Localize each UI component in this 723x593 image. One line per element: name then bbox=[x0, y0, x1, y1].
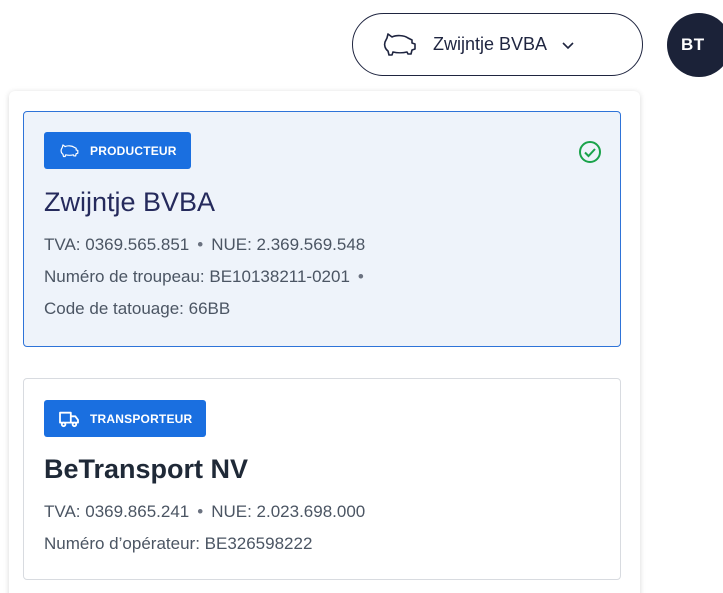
avatar-initials: BT bbox=[681, 35, 705, 54]
tattoo-code-line: Code de tatouage: 66BB bbox=[44, 299, 230, 319]
operator-number-line: Numéro d’opérateur: BE326598222 bbox=[44, 534, 312, 554]
pig-icon bbox=[383, 32, 416, 56]
nue-number: NUE: 2.023.698.000 bbox=[211, 502, 366, 521]
separator-dot: • bbox=[197, 502, 204, 521]
nue-number: NUE: 2.369.569.548 bbox=[211, 235, 366, 254]
company-card-betransport[interactable]: TRANSPORTEUR BeTransport NV TVA: 0369.86… bbox=[23, 378, 621, 580]
tva-number: TVA: 0369.565.851 bbox=[44, 235, 190, 254]
check-circle-icon bbox=[579, 141, 601, 163]
badge-label: PRODUCTEUR bbox=[90, 143, 177, 158]
badge-label: TRANSPORTEUR bbox=[90, 411, 193, 426]
user-avatar[interactable]: BT bbox=[667, 13, 723, 77]
tattoo-code: Code de tatouage: 66BB bbox=[44, 299, 231, 318]
company-name: Zwijntje BVBA bbox=[44, 187, 216, 217]
tva-number: TVA: 0369.865.241 bbox=[44, 502, 190, 521]
separator-dot: • bbox=[357, 267, 364, 286]
pig-icon bbox=[60, 143, 79, 157]
company-card-zwijntje[interactable]: PRODUCTEUR Zwijntje BVBA TVA: 0369.565.8… bbox=[23, 111, 621, 347]
operator-number: Numéro d’opérateur: BE326598222 bbox=[44, 534, 313, 553]
company-name: BeTransport NV bbox=[44, 454, 249, 484]
company-ids-line: TVA: 0369.565.851 • NUE: 2.369.569.548 bbox=[44, 235, 365, 255]
role-badge-transporteur: TRANSPORTEUR bbox=[44, 400, 207, 437]
separator-dot: • bbox=[197, 235, 204, 254]
chevron-down-icon bbox=[562, 41, 574, 49]
company-ids-line: TVA: 0369.865.241 • NUE: 2.023.698.000 bbox=[44, 502, 365, 522]
herd-number-line: Numéro de troupeau: BE10138211-0201 • bbox=[44, 267, 372, 287]
current-company-name: Zwijntje BVBA bbox=[433, 34, 548, 54]
truck-icon bbox=[59, 411, 79, 427]
herd-number: Numéro de troupeau: BE10138211-0201 bbox=[44, 267, 350, 286]
role-badge-producteur: PRODUCTEUR bbox=[44, 132, 191, 169]
company-switcher-button[interactable]: Zwijntje BVBA bbox=[352, 13, 643, 76]
company-dropdown-menu: PRODUCTEUR Zwijntje BVBA TVA: 0369.565.8… bbox=[9, 91, 640, 593]
